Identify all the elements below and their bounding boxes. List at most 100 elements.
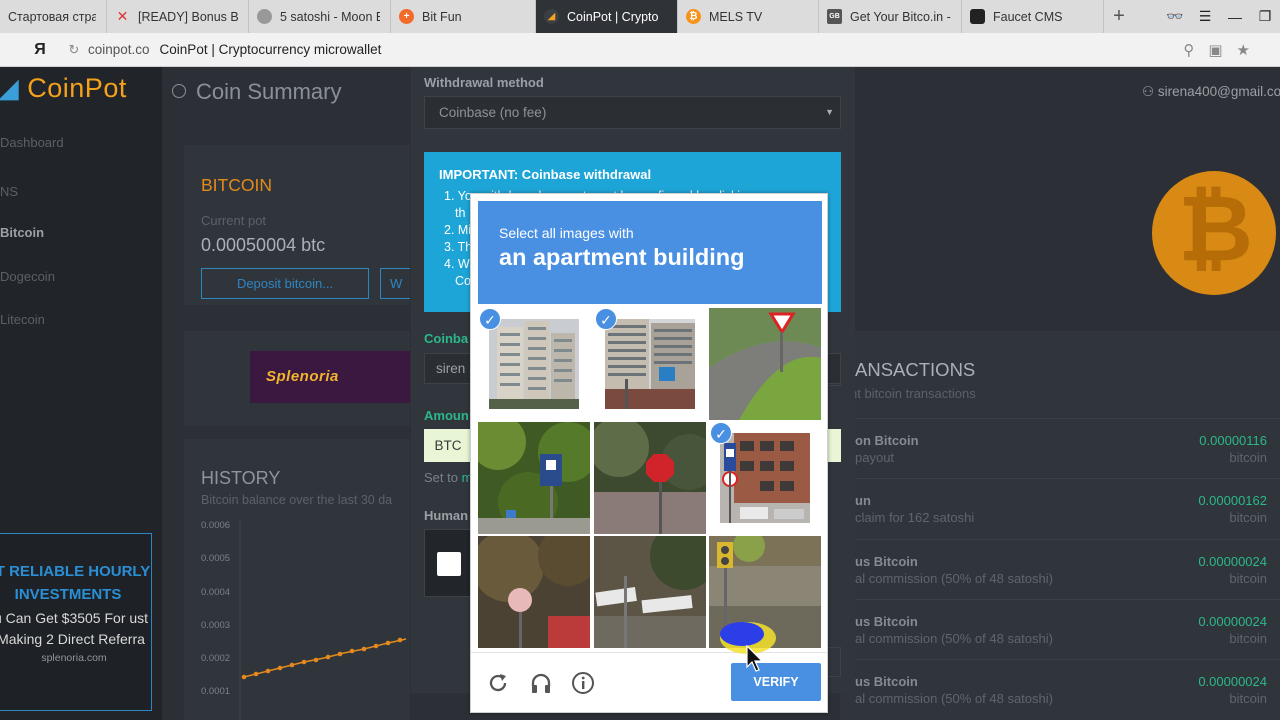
splenoria-banner[interactable]: Splenoria bbox=[250, 351, 410, 403]
browser-tab-coinpot[interactable]: ◢ CoinPot | Crypto bbox=[536, 0, 678, 33]
window-controls: 👓 ☰ — ❐ bbox=[1160, 0, 1280, 33]
tab-label: [READY] Bonus Bit bbox=[138, 9, 238, 24]
bitcoin-coin-icon: ₿ bbox=[1152, 171, 1276, 295]
address-bar: Я ↻ coinpot.co CoinPot | Cryptocurrency … bbox=[0, 33, 1280, 67]
sidebar-item-dogecoin[interactable]: Dogecoin bbox=[0, 269, 55, 284]
minimize-icon[interactable]: — bbox=[1220, 9, 1250, 25]
recaptcha-checkbox[interactable] bbox=[437, 552, 461, 576]
input-edge bbox=[827, 353, 841, 386]
history-panel: HISTORY Bitcoin balance over the last 30… bbox=[184, 439, 410, 720]
address-page-title[interactable]: CoinPot | Cryptocurrency microwallet bbox=[160, 42, 382, 57]
tab-label: MELS TV bbox=[709, 9, 763, 24]
getbitcoin-favicon-icon: GB bbox=[827, 9, 842, 24]
sidebar: ◢ CoinPot Dashboard NS Bitcoin Dogecoin … bbox=[0, 67, 162, 720]
maximize-icon[interactable]: ❐ bbox=[1250, 8, 1280, 25]
tab-label: Faucet CMS bbox=[993, 9, 1063, 24]
selected-check-icon: ✓ bbox=[710, 422, 732, 444]
browser-tab-getbitcoin[interactable]: GB Get Your Bitco.in - bbox=[819, 0, 962, 33]
challenge-header: Select all images with an apartment buil… bbox=[478, 201, 822, 304]
new-tab-button[interactable]: + bbox=[1104, 0, 1134, 33]
verify-button[interactable]: VERIFY bbox=[731, 663, 821, 701]
address-actions: ⚲ ▣ ★ bbox=[1183, 41, 1250, 59]
user-email: sirena400@gmail.co bbox=[1157, 84, 1280, 99]
tab-label: CoinPot | Crypto bbox=[567, 9, 659, 24]
bookmark-star-icon[interactable]: ★ bbox=[1237, 41, 1250, 59]
withdrawal-method-select[interactable]: Coinbase (no fee) ▼ bbox=[424, 96, 841, 129]
tile-image bbox=[709, 308, 821, 420]
transaction-row: us Bitcoin al commission (50% of 48 sato… bbox=[840, 599, 1280, 659]
menu-icon[interactable]: ☰ bbox=[1190, 8, 1220, 25]
transaction-name: un bbox=[855, 493, 871, 508]
browser-tab-mels[interactable]: ₿ MELS TV bbox=[678, 0, 819, 33]
notice-line: 3. Th bbox=[444, 240, 473, 254]
withdrawal-method-label: Withdrawal method bbox=[424, 75, 544, 90]
tile-image bbox=[489, 319, 579, 409]
transaction-unit: bitcoin bbox=[1229, 571, 1267, 586]
deposit-bitcoin-button[interactable]: Deposit bitcoin... bbox=[201, 268, 369, 299]
transactions-subtitle: nt bitcoin transactions bbox=[850, 386, 976, 401]
browser-logo[interactable]: Я bbox=[20, 41, 60, 59]
faucet-favicon-icon bbox=[970, 9, 985, 24]
selected-check-icon: ✓ bbox=[479, 308, 501, 330]
image-tile-stop-sign[interactable] bbox=[594, 422, 706, 534]
transaction-desc: al commission (50% of 48 satoshi) bbox=[855, 571, 1053, 586]
withdraw-button[interactable]: W bbox=[380, 268, 410, 299]
transaction-unit: bitcoin bbox=[1229, 450, 1267, 465]
chevron-down-icon: ▼ bbox=[825, 107, 834, 117]
browser-tab-bar: Стартовая страни ✕ [READY] Bonus Bit 5 s… bbox=[0, 0, 1280, 33]
browser-tab-bitfun[interactable]: + Bit Fun bbox=[391, 0, 536, 33]
ad-headline: ST RELIABLE HOURLY INVESTMENTS bbox=[0, 563, 151, 603]
tab-label: 5 satoshi - Moon B bbox=[280, 9, 380, 24]
browser-tab-faucetcms[interactable]: Faucet CMS bbox=[962, 0, 1104, 33]
audio-headphones-icon[interactable] bbox=[529, 671, 553, 695]
browser-tab-moon[interactable]: 5 satoshi - Moon B bbox=[249, 0, 391, 33]
notice-line: 2. Mi bbox=[444, 223, 472, 237]
submit-edge bbox=[827, 647, 841, 677]
transaction-name: us Bitcoin bbox=[855, 554, 918, 569]
transaction-row: us Bitcoin al commission (50% of 48 sato… bbox=[840, 659, 1280, 719]
ad-body: u Can Get $3505 For ust Making 2 Direct … bbox=[0, 610, 149, 647]
tile-image bbox=[720, 433, 810, 523]
back-arrow-icon[interactable] bbox=[172, 84, 186, 98]
withdrawal-method-value: Coinbase (no fee) bbox=[439, 105, 547, 120]
history-chart bbox=[239, 519, 407, 720]
browser-tab-bonus[interactable]: ✕ [READY] Bonus Bit bbox=[107, 0, 249, 33]
investment-ad[interactable]: ST RELIABLE HOURLY INVESTMENTS u Can Get… bbox=[0, 533, 152, 711]
transaction-amount: 0.00000162 bbox=[1198, 493, 1267, 508]
sidebar-item-dashboard[interactable]: Dashboard bbox=[0, 135, 64, 150]
splenoria-banner-panel: Splenoria bbox=[184, 331, 410, 426]
image-tile-blurred-sign[interactable] bbox=[478, 536, 590, 648]
reload-icon[interactable] bbox=[486, 671, 510, 695]
coinpot-logo[interactable]: ◢ CoinPot bbox=[0, 73, 127, 104]
notice-title: IMPORTANT: Coinbase withdrawal bbox=[439, 167, 652, 182]
image-tile-yield-sign[interactable] bbox=[709, 308, 821, 420]
image-tile-street-signs[interactable] bbox=[594, 536, 706, 648]
tab-label: Стартовая страни bbox=[8, 9, 96, 24]
transaction-amount: 0.00000024 bbox=[1198, 674, 1267, 689]
set-to-max: Set to m bbox=[424, 470, 472, 485]
info-icon[interactable] bbox=[571, 671, 595, 695]
user-menu[interactable]: ⚇ sirena400@gmail.co bbox=[1142, 84, 1280, 100]
selected-check-icon: ✓ bbox=[595, 308, 617, 330]
challenge-footer: VERIFY bbox=[471, 652, 827, 712]
transaction-name: us Bitcoin bbox=[855, 674, 918, 689]
translate-icon[interactable]: ⚲ bbox=[1183, 41, 1194, 59]
page-title-text: Coin Summary bbox=[196, 79, 342, 104]
incognito-glasses-icon[interactable]: 👓 bbox=[1160, 8, 1190, 25]
image-tile-park-sign[interactable] bbox=[478, 422, 590, 534]
user-icon: ⚇ bbox=[1142, 84, 1155, 99]
mouse-cursor-icon bbox=[746, 645, 764, 672]
sidebar-item-coins: NS bbox=[0, 184, 19, 199]
amount-input-edge[interactable] bbox=[827, 429, 841, 462]
sidebar-item-bitcoin[interactable]: Bitcoin bbox=[0, 225, 44, 240]
reload-icon[interactable]: ↻ bbox=[60, 42, 88, 58]
coinpot-favicon-icon: ◢ bbox=[544, 9, 559, 24]
tile-image bbox=[605, 319, 695, 409]
browser-tab-start[interactable]: Стартовая страни bbox=[0, 0, 107, 33]
sidebar-item-litecoin[interactable]: Litecoin bbox=[0, 312, 45, 327]
moon-favicon-icon bbox=[257, 9, 272, 24]
address-domain[interactable]: coinpot.co bbox=[88, 42, 150, 57]
downloads-icon[interactable]: ▣ bbox=[1208, 41, 1222, 59]
challenge-target: an apartment building bbox=[499, 244, 745, 270]
transaction-amount: 0.00000024 bbox=[1198, 554, 1267, 569]
